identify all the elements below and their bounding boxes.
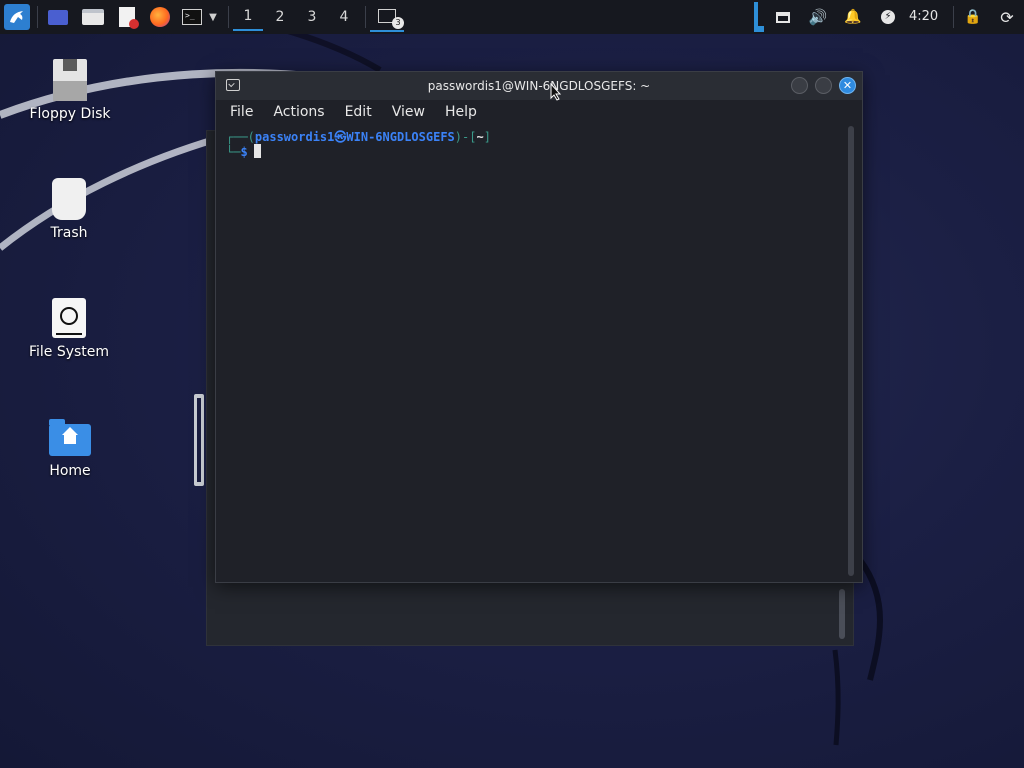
prompt-symbol: $ xyxy=(240,145,248,159)
floppy-disk-icon xyxy=(48,58,92,102)
prompt-host: WIN-6NGDLOSGEFS xyxy=(346,130,455,144)
terminal-output[interactable]: ┌──(passwordis1㉿WIN-6NGDLOSGEFS)-[~] └─$ xyxy=(226,128,844,578)
cpu-graph-widget xyxy=(752,2,764,32)
hard-drive-icon xyxy=(47,296,91,340)
menu-actions[interactable]: Actions xyxy=(273,100,324,126)
top-panel: >_ ▼ 1 2 3 4 3 🔊 🔔 ⚡ 4:20 🔒 ⟳ xyxy=(0,0,1024,34)
network-icon xyxy=(776,11,790,23)
terminal-scrollbar[interactable] xyxy=(848,126,854,576)
file-manager-launcher[interactable] xyxy=(80,4,106,30)
maximize-button[interactable] xyxy=(815,77,832,94)
desktop-icon xyxy=(48,9,68,25)
prompt-directory: ~ xyxy=(476,130,484,144)
minimize-button[interactable] xyxy=(791,77,808,94)
desktop-icon-label: Home xyxy=(49,463,91,479)
window-count-badge: 3 xyxy=(392,17,404,29)
mouse-cursor-icon xyxy=(550,83,562,101)
desktop-icon-label: Trash xyxy=(50,225,88,241)
background-window-edge xyxy=(194,394,204,486)
desktop-icon-trash[interactable]: Trash xyxy=(14,177,124,241)
logout-icon[interactable]: ⟳ xyxy=(996,4,1018,30)
terminal-window-icon: 3 xyxy=(378,9,404,29)
terminal-title: passwordis1@WIN-6NGDLOSGEFS: ~ xyxy=(427,79,651,93)
file-manager-icon xyxy=(82,9,104,25)
menu-help[interactable]: Help xyxy=(445,100,477,126)
network-tray-icon[interactable] xyxy=(772,4,794,30)
volume-icon[interactable]: 🔊 xyxy=(806,4,830,30)
trash-icon xyxy=(47,177,91,221)
desktop-icon-home[interactable]: Home xyxy=(15,415,125,479)
clock[interactable]: 4:20 xyxy=(909,0,938,34)
terminal-window[interactable]: passwordis1@WIN-6NGDLOSGEFS: ~ ✕ File Ac… xyxy=(215,71,863,583)
app-menu-button[interactable] xyxy=(4,4,30,30)
workspace-2[interactable]: 2 xyxy=(265,3,295,31)
prompt-user: passwordis1 xyxy=(254,130,335,144)
workspace-1[interactable]: 1 xyxy=(233,3,263,31)
menu-view[interactable]: View xyxy=(392,100,425,126)
background-scrollbar xyxy=(839,589,845,639)
text-editor-icon xyxy=(119,7,139,29)
text-cursor xyxy=(253,144,261,158)
firefox-launcher[interactable] xyxy=(147,4,173,30)
taskbar-terminal-window[interactable]: 3 xyxy=(370,2,404,32)
kali-dragon-icon xyxy=(10,11,23,23)
desktop-icon-file-system[interactable]: File System xyxy=(14,296,124,360)
lock-screen-icon[interactable]: 🔒 xyxy=(962,4,984,30)
menu-edit[interactable]: Edit xyxy=(345,100,372,126)
desktop-icon-label: File System xyxy=(28,344,110,360)
terminal-icon: >_ xyxy=(182,9,202,25)
terminal-menubar: File Actions Edit View Help xyxy=(216,100,862,126)
power-manager-icon[interactable]: ⚡ xyxy=(877,4,899,30)
firefox-icon xyxy=(150,7,170,27)
prompt-line: ┌──(passwordis1㉿WIN-6NGDLOSGEFS)-[~] xyxy=(226,130,491,144)
launcher-dropdown-chevron-icon[interactable]: ▼ xyxy=(205,4,221,30)
prompt-at-symbol: ㉿ xyxy=(334,130,347,144)
home-folder-icon xyxy=(48,415,92,459)
workspace-4[interactable]: 4 xyxy=(329,3,359,31)
desktop-icon-floppy-disk[interactable]: Floppy Disk xyxy=(15,58,125,122)
desktop-icon-label: Floppy Disk xyxy=(29,106,111,122)
close-button[interactable]: ✕ xyxy=(839,77,856,94)
input-line[interactable]: └─$ xyxy=(226,144,261,159)
notifications-bell-icon[interactable]: 🔔 xyxy=(842,4,864,30)
power-plug-icon: ⚡ xyxy=(881,10,895,24)
show-desktop-button[interactable] xyxy=(46,4,70,30)
terminal-launcher[interactable]: >_ xyxy=(180,4,204,30)
terminal-titlebar[interactable]: passwordis1@WIN-6NGDLOSGEFS: ~ ✕ xyxy=(216,72,862,100)
workspace-3[interactable]: 3 xyxy=(297,3,327,31)
menu-file[interactable]: File xyxy=(230,100,253,126)
text-editor-launcher[interactable] xyxy=(114,4,140,30)
